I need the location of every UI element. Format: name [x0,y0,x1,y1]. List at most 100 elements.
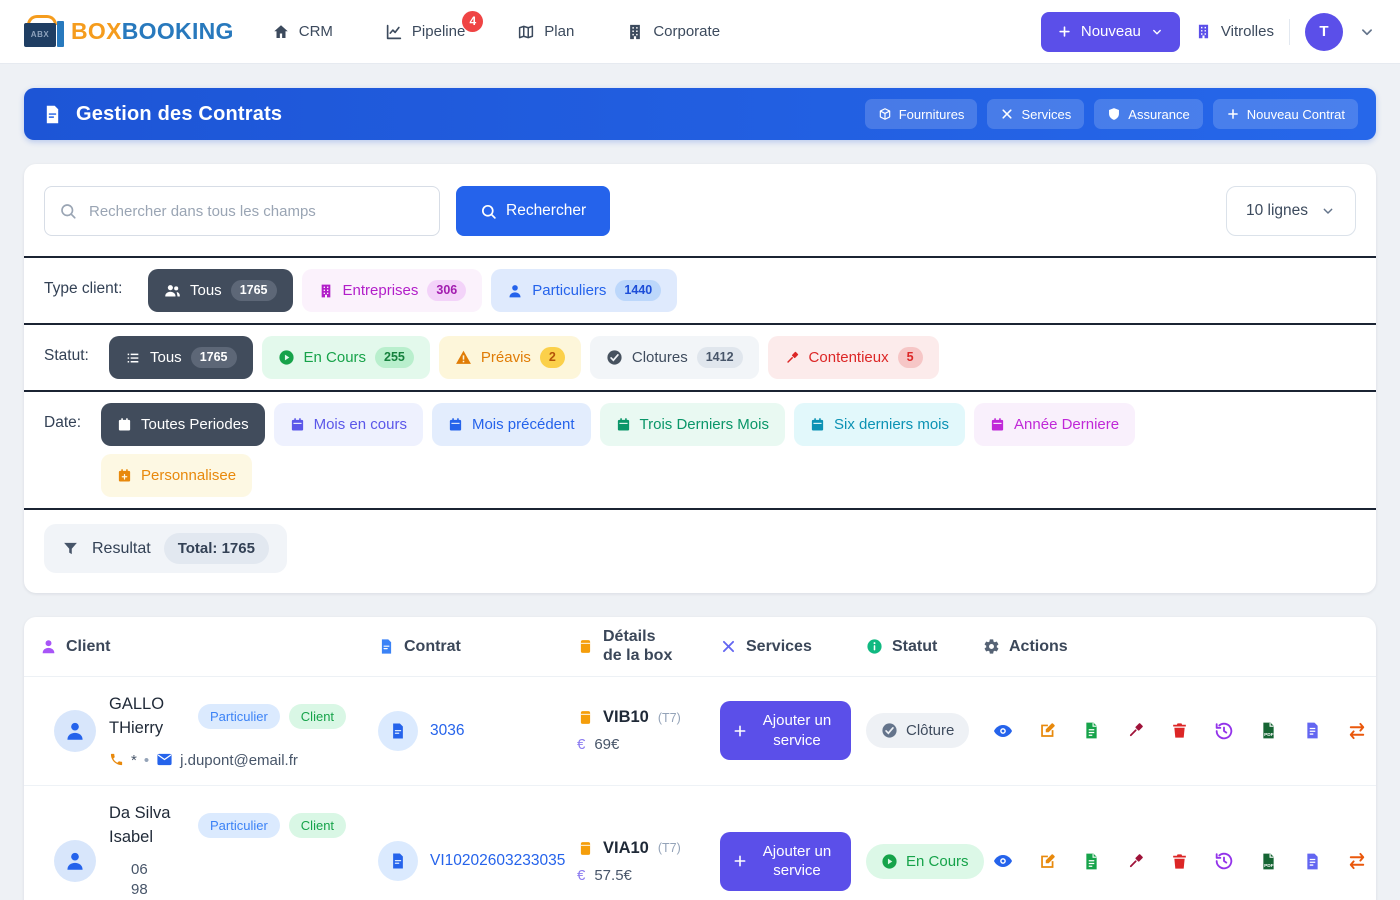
pdf-icon[interactable]: PDF [1259,721,1278,740]
client-type-badge: Particulier [198,704,280,729]
filter-statut-clotures[interactable]: Clotures 1412 [590,336,759,379]
navbar-right: Nouveau Vitrolles T [1041,12,1376,52]
filter-statut-preavis[interactable]: Préavis 2 [439,336,581,379]
contract-number-link[interactable]: VI10202603233035 [430,852,573,870]
chevron-down-icon [1320,203,1336,219]
history-icon[interactable] [1214,721,1234,741]
filter-type-tous[interactable]: Tous 1765 [148,269,293,312]
gear-icon [983,638,1000,655]
filter-label: Statut: [44,336,93,365]
person-icon [64,720,86,742]
invoice-icon[interactable] [1303,852,1322,871]
users-icon [164,282,181,299]
fournitures-button[interactable]: Fournitures [865,99,978,129]
client-role-badge: Client [289,813,346,838]
separator-dot: • [144,752,149,769]
filter-statut-contentieux[interactable]: Contentieux 5 [768,336,939,379]
edit-icon[interactable] [1038,721,1057,740]
file-icon[interactable] [1082,852,1101,871]
column-header-details-box: Détails de la box [577,628,720,665]
edit-icon[interactable] [1038,852,1057,871]
nav-item-corporate[interactable]: Corporate [626,23,720,41]
filter-type-particuliers[interactable]: Particuliers 1440 [491,269,677,312]
assurance-button[interactable]: Assurance [1094,99,1202,129]
services-cell: Ajouter un service [720,832,866,891]
location-selector[interactable]: Vitrolles [1195,23,1274,40]
svg-text:PDF: PDF [1264,863,1274,869]
view-icon[interactable] [993,851,1013,871]
pipeline-count-badge: 4 [462,11,483,32]
table-header: Client Contrat Détails de la box Service… [24,617,1376,677]
logo-text-booking: BOOKING [122,18,234,44]
client-phone: * [131,752,137,769]
client-email: j.dupont@email.fr [180,752,298,769]
add-service-button[interactable]: Ajouter un service [720,701,851,760]
filter-label: Type client: [44,269,132,298]
filter-date-personnalisee[interactable]: Personnalisee [101,454,252,497]
box-icon [577,840,594,857]
filter-date-toutes-periodes[interactable]: Toutes Periodes [101,403,265,446]
filter-statut-tous[interactable]: Tous 1765 [109,336,253,379]
filter-date-annee-derniere[interactable]: Année Derniere [974,403,1135,446]
contract-document-icon [42,104,63,125]
page-size-select[interactable]: 10 lignes [1226,186,1356,236]
list-icon [125,350,141,366]
invoice-icon[interactable] [1303,721,1322,740]
client-type-badge: Particulier [198,813,280,838]
filter-date-mois-precedent[interactable]: Mois précédent [432,403,591,446]
nouveau-button[interactable]: Nouveau [1041,12,1180,52]
table-row: Da Silva Isabel Particulier Client 06 98… [24,786,1376,900]
file-icon[interactable] [1082,721,1101,740]
filter-date-mois-en-cours[interactable]: Mois en cours [274,403,423,446]
logo-text-box: BOX [71,18,122,44]
search-button[interactable]: Rechercher [456,186,610,236]
search-row: Rechercher 10 lignes [24,164,1376,256]
nav-item-plan[interactable]: Plan [517,23,574,41]
table-row: GALLO THierry Particulier Client * • j.d… [24,677,1376,786]
contract-cell: 3036 [378,711,577,751]
filter-type-entreprises[interactable]: Entreprises 306 [302,269,483,312]
contract-number-link[interactable]: 3036 [430,722,472,740]
search-input[interactable] [44,186,440,236]
client-name: Da Silva Isabel [109,802,189,850]
delete-icon[interactable] [1170,852,1189,871]
plus-icon [732,853,748,869]
box-price: 57.5€ [594,867,632,884]
transfer-icon[interactable] [1347,851,1367,871]
delete-icon[interactable] [1170,721,1189,740]
filter-date-six-derniers-mois[interactable]: Six derniers mois [794,403,965,446]
calendar-icon [810,417,825,432]
brand-logo[interactable]: ABX BOXBOOKING [24,15,234,49]
history-icon[interactable] [1214,851,1234,871]
add-service-button[interactable]: Ajouter un service [720,832,851,891]
search-icon [59,202,77,220]
filter-statut-en-cours[interactable]: En Cours 255 [262,336,430,379]
column-header-actions: Actions [983,638,1360,656]
map-icon [517,23,535,41]
client-cell: Da Silva Isabel Particulier Client 06 98… [40,802,378,900]
search-icon [480,203,497,220]
pdf-icon[interactable]: PDF [1259,852,1278,871]
box-code: VIA10 [603,839,649,858]
nav-item-crm[interactable]: CRM [272,23,333,41]
nav-item-pipeline[interactable]: Pipeline 4 [385,23,465,41]
box-code: VIB10 [603,708,649,727]
gavel-icon[interactable] [1126,852,1145,871]
filter-date-trois-derniers-mois[interactable]: Trois Derniers Mois [600,403,785,446]
box-icon [878,107,892,121]
filter-row-statut: Statut: Tous 1765 En Cours 255 Préavis 2… [24,323,1376,390]
building-icon [626,23,644,41]
contracts-table: Client Contrat Détails de la box Service… [24,617,1376,900]
nouveau-contrat-button[interactable]: Nouveau Contrat [1213,99,1358,129]
result-summary: Resultat Total: 1765 [44,524,287,573]
services-button[interactable]: Services [987,99,1084,129]
status-cell: Clôture [866,713,983,748]
chevron-down-icon[interactable] [1358,23,1376,41]
view-icon[interactable] [993,721,1013,741]
building-icon [1195,23,1212,40]
chevron-down-icon [1150,25,1164,39]
euro-icon: € [577,736,585,753]
transfer-icon[interactable] [1347,721,1367,741]
gavel-icon[interactable] [1126,721,1145,740]
user-avatar[interactable]: T [1305,13,1343,51]
